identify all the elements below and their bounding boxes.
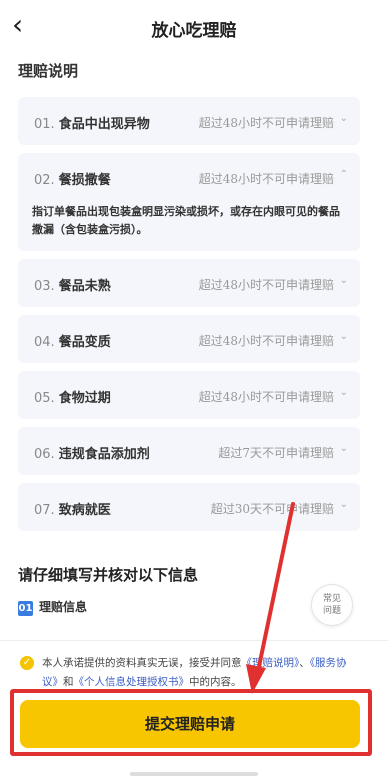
item-limit: 超过48小时不可申请理赔 <box>198 116 334 130</box>
item-name: 违规食品添加剂 <box>58 447 150 462</box>
item-limit: 超过48小时不可申请理赔 <box>198 390 334 404</box>
item-name: 餐品变质 <box>58 335 111 350</box>
faq-label-line2: 问题 <box>322 606 341 616</box>
item-number: 01. <box>34 117 55 132</box>
item-number: 06. <box>34 447 55 462</box>
chevron-down-icon: ⌄ <box>339 275 348 286</box>
chevron-down-icon: ⌄ <box>339 331 348 342</box>
item-name: 食品中出现异物 <box>58 117 150 132</box>
consent-text: 本人承诺提供的资料真实无误，接受并同意《理赔说明》、《服务协议》和《个人信息处理… <box>42 654 360 692</box>
item-name: 餐损撒餐 <box>58 173 111 188</box>
consent-suffix: 中的内容。 <box>189 676 242 688</box>
item-limit: 超过48小时不可申请理赔 <box>198 278 334 292</box>
claim-info-text: 理赔信息 <box>39 600 88 614</box>
list-item[interactable]: 01. 食品中出现异物 超过48小时不可申请理赔 ⌄ <box>18 97 360 145</box>
item-number: 02. <box>34 173 55 188</box>
item-number: 03. <box>34 279 55 294</box>
faq-button[interactable]: 常见 问题 <box>311 584 353 626</box>
list-item[interactable]: 03. 餐品未熟 超过48小时不可申请理赔 ⌄ <box>18 259 360 307</box>
chevron-up-icon: ⌃ <box>339 169 348 180</box>
claim-terms-link[interactable]: 《理赔说明》 <box>242 657 300 669</box>
item-description: 指订单餐品出现包装盒明显污染或损坏，或存在内眼可见的餐品撒漏（含包装盒污损）。 <box>32 205 340 236</box>
item-limit: 超过48小时不可申请理赔 <box>198 172 334 186</box>
list-item[interactable]: 06. 违规食品添加剂 超过7天不可申请理赔 ⌄ <box>18 427 360 475</box>
checkbox-checked-icon[interactable]: ✓ <box>20 656 34 670</box>
consent-and: 和 <box>63 676 74 688</box>
list-item[interactable]: 02. 餐损撒餐 超过48小时不可申请理赔 ⌃ 指订单餐品出现包装盒明显污染或损坏… <box>18 153 360 251</box>
item-number: 04. <box>34 335 55 350</box>
item-limit: 超过7天不可申请理赔 <box>218 446 334 460</box>
item-limit: 超过48小时不可申请理赔 <box>198 334 334 348</box>
claim-rules-list: 01. 食品中出现异物 超过48小时不可申请理赔 ⌄ 02. 餐损撒餐 超过48小时… <box>18 97 360 539</box>
fill-info-title: 请仔细填写并核对以下信息 <box>18 566 199 584</box>
item-name: 食物过期 <box>58 391 111 406</box>
item-name: 致病就医 <box>58 503 111 518</box>
submit-claim-button[interactable]: 提交理赔申请 <box>20 700 360 748</box>
consent-prefix: 本人承诺提供的资料真实无误，接受并同意 <box>42 657 242 669</box>
page-title: 放心吃理赔 <box>151 21 237 41</box>
item-number: 05. <box>34 391 55 406</box>
faq-label-line1: 常见 <box>322 594 341 604</box>
header: ‹ 放心吃理赔 <box>0 0 388 52</box>
list-item[interactable]: 05. 食物过期 超过48小时不可申请理赔 ⌄ <box>18 371 360 419</box>
chevron-down-icon: ⌄ <box>339 113 348 124</box>
section-title: 理赔说明 <box>18 62 79 80</box>
claim-info-label: 01 理赔信息 <box>18 598 87 616</box>
consent-block: ✓ 本人承诺提供的资料真实无误，接受并同意《理赔说明》、《服务协议》和《个人信息… <box>20 654 360 692</box>
chevron-down-icon: ⌄ <box>339 499 348 510</box>
item-limit: 超过30天不可申请理赔 <box>210 502 334 516</box>
chevron-down-icon: ⌄ <box>339 387 348 398</box>
divider <box>0 640 388 641</box>
list-item[interactable]: 07. 致病就医 超过30天不可申请理赔 ⌄ <box>18 483 360 531</box>
chevron-down-icon: ⌄ <box>339 443 348 454</box>
item-number: 07. <box>34 503 55 518</box>
list-item[interactable]: 04. 餐品变质 超过48小时不可申请理赔 ⌄ <box>18 315 360 363</box>
step-number-badge: 01 <box>18 601 33 616</box>
home-indicator <box>130 772 258 776</box>
consent-separator: 、 <box>299 657 310 669</box>
item-name: 餐品未熟 <box>58 279 111 294</box>
privacy-authorization-link[interactable]: 《个人信息处理授权书》 <box>74 676 190 688</box>
